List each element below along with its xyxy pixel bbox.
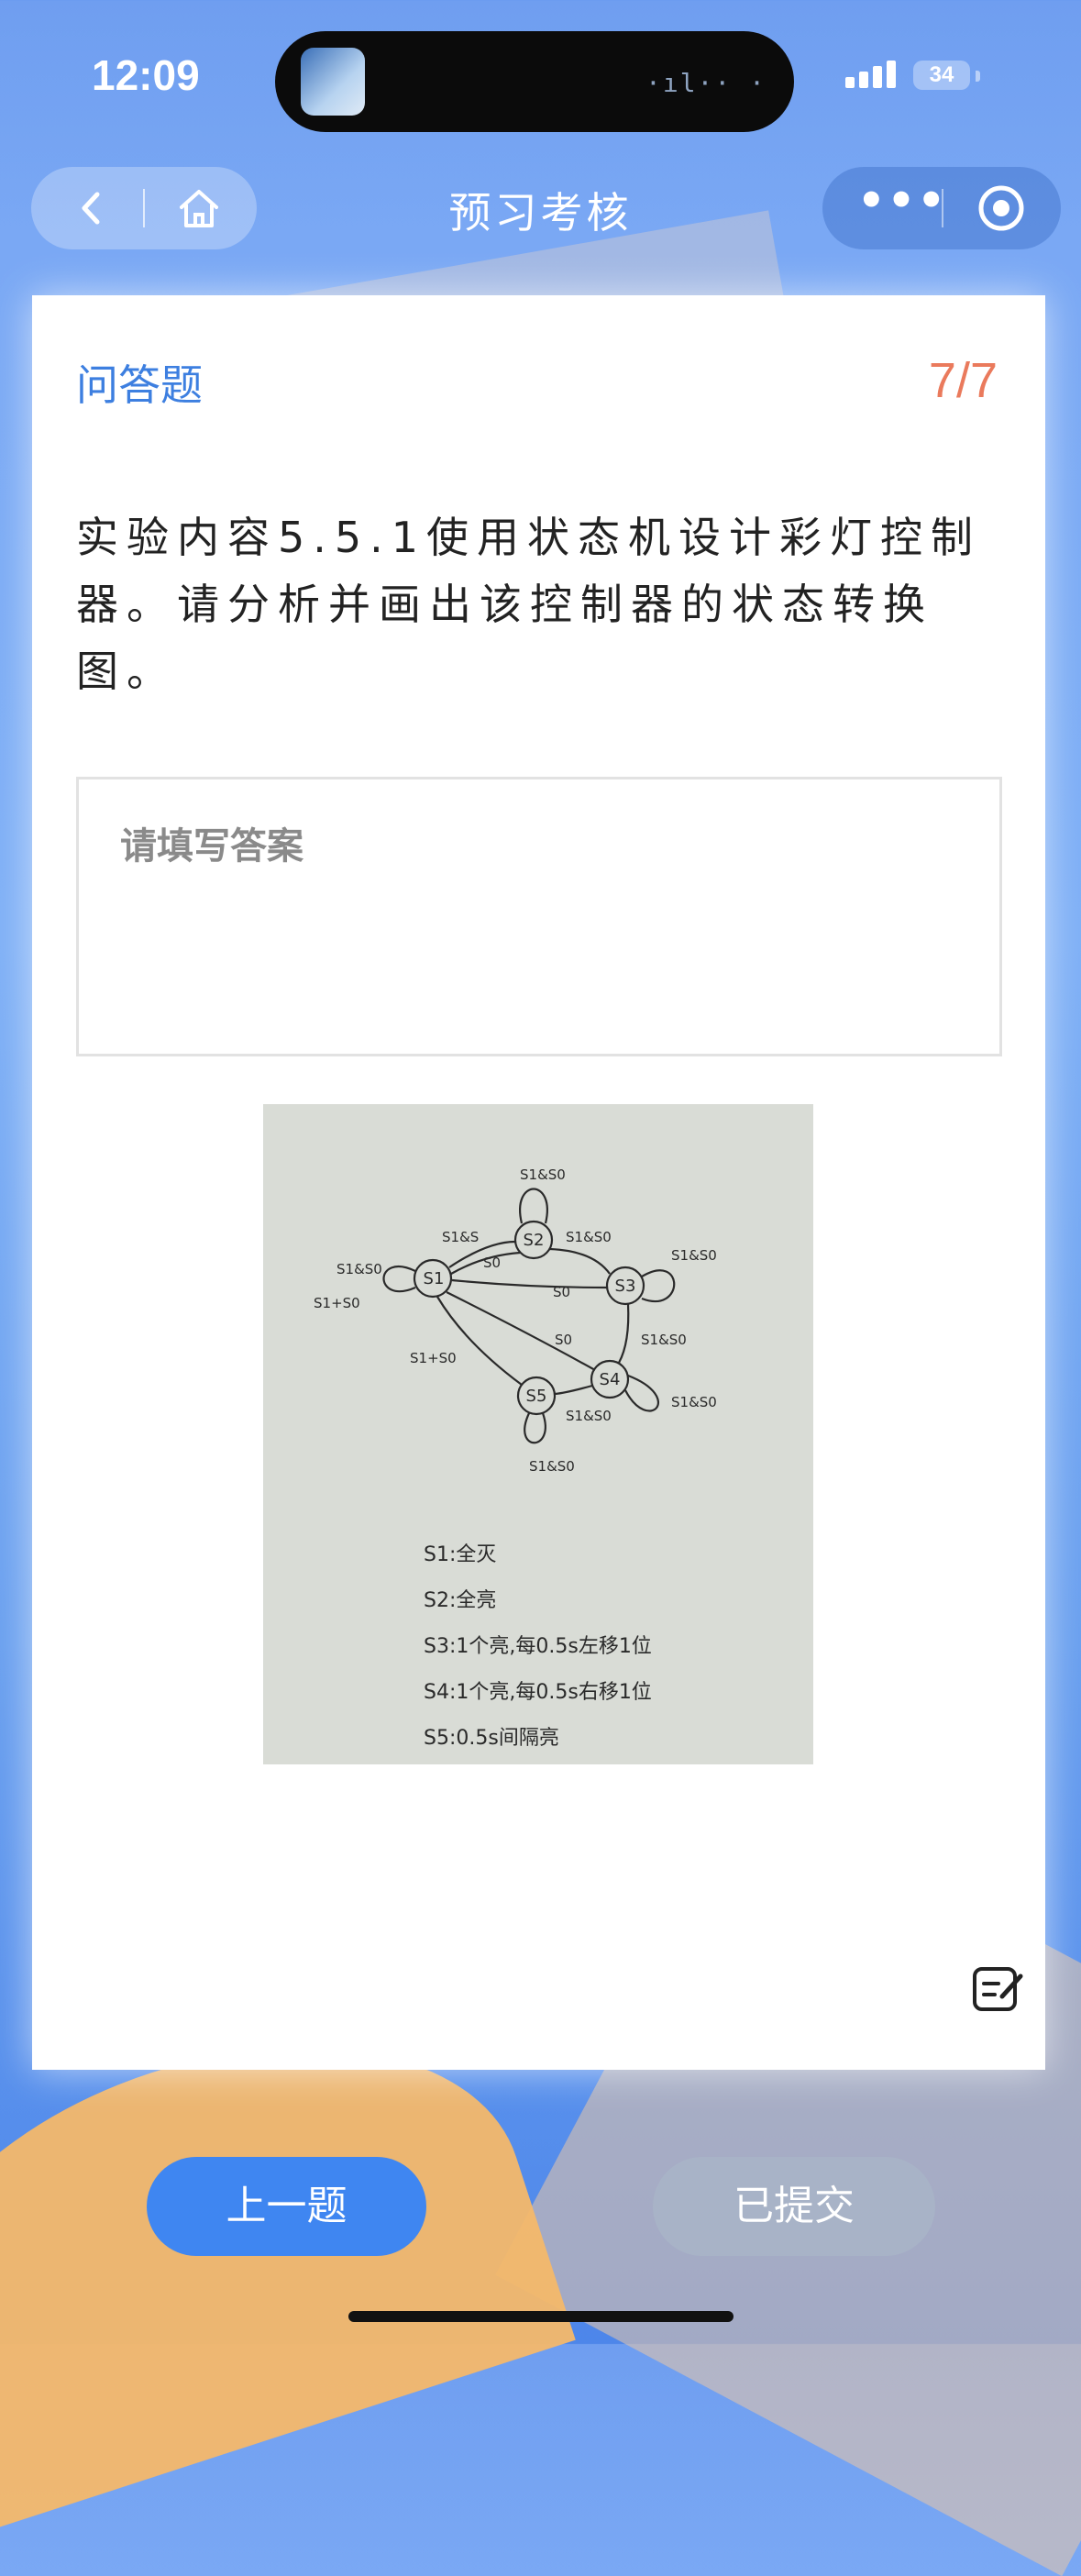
question-text: 实验内容5.5.1使用状态机设计彩灯控制器。请分析并画出该控制器的状态转换图。 — [76, 513, 982, 696]
transition-label: S1+S0 — [410, 1350, 457, 1366]
battery-level: 34 — [929, 62, 954, 87]
audio-wave-icon: ·ıl·· · — [645, 68, 767, 98]
answer-placeholder: 请填写答案 — [120, 825, 303, 868]
transition-label: S1&S0 — [671, 1394, 717, 1410]
media-thumbnail — [301, 48, 365, 116]
question-type: 问答题 — [76, 360, 203, 410]
transition-label: S0 — [553, 1284, 570, 1300]
dynamic-island[interactable]: ·ıl·· · — [275, 31, 794, 132]
transition-label: S0 — [483, 1255, 501, 1271]
state-label: S5 — [526, 1387, 547, 1406]
transition-label: S1&S0 — [671, 1247, 717, 1264]
transition-label: S1&S — [442, 1229, 479, 1245]
prev-question-button[interactable]: 上一题 — [147, 2157, 426, 2256]
home-indicator — [348, 2311, 734, 2322]
battery-icon: 34 — [913, 61, 970, 90]
signal-icon — [845, 61, 900, 88]
transition-label: S1&S0 — [520, 1166, 566, 1183]
legend-line: S3:1个亮,每0.5s左移1位 — [424, 1635, 652, 1658]
divider — [942, 189, 943, 227]
submitted-button[interactable]: 已提交 — [653, 2157, 935, 2256]
answer-input[interactable]: 请填写答案 — [76, 777, 1002, 1056]
question-card: 问答题 7/7 实验内容5.5.1使用状态机设计彩灯控制器。请分析并画出该控制器… — [32, 295, 1045, 2070]
transition-label: S1&S0 — [641, 1332, 687, 1348]
state-label: S1 — [424, 1269, 445, 1288]
transition-label: S1&S0 — [566, 1229, 612, 1245]
state-label: S4 — [600, 1370, 621, 1389]
status-bar: 12:09 ·ıl·· · 34 — [0, 0, 1081, 160]
edit-note-icon[interactable] — [969, 1960, 1026, 2017]
transition-label: S0 — [555, 1332, 572, 1348]
nav-capsule-right: ••• — [822, 167, 1061, 249]
transition-label: S1&S0 — [336, 1261, 382, 1277]
more-icon[interactable]: ••• — [857, 179, 945, 233]
transition-label: S1&S0 — [529, 1458, 575, 1475]
legend-line: S1:全灭 — [424, 1543, 496, 1566]
state-diagram-photo[interactable]: S1 S2 S3 S4 S5 S1&S0 S1&S S1&S0 S1&S0 S1… — [263, 1104, 813, 1764]
legend-line: S4:1个亮,每0.5s右移1位 — [424, 1681, 652, 1704]
battery-tip — [976, 71, 980, 82]
status-time: 12:09 — [92, 51, 200, 99]
state-label: S2 — [524, 1231, 545, 1250]
transition-label: S1+S0 — [314, 1295, 360, 1311]
question-counter: 7/7 — [928, 353, 998, 408]
transition-label: S1&S0 — [566, 1408, 612, 1424]
legend-line: S2:全亮 — [424, 1589, 496, 1612]
close-miniprogram-icon[interactable] — [976, 183, 1026, 233]
legend-line: S5:0.5s间隔亮 — [424, 1727, 559, 1750]
state-label: S3 — [615, 1277, 636, 1296]
